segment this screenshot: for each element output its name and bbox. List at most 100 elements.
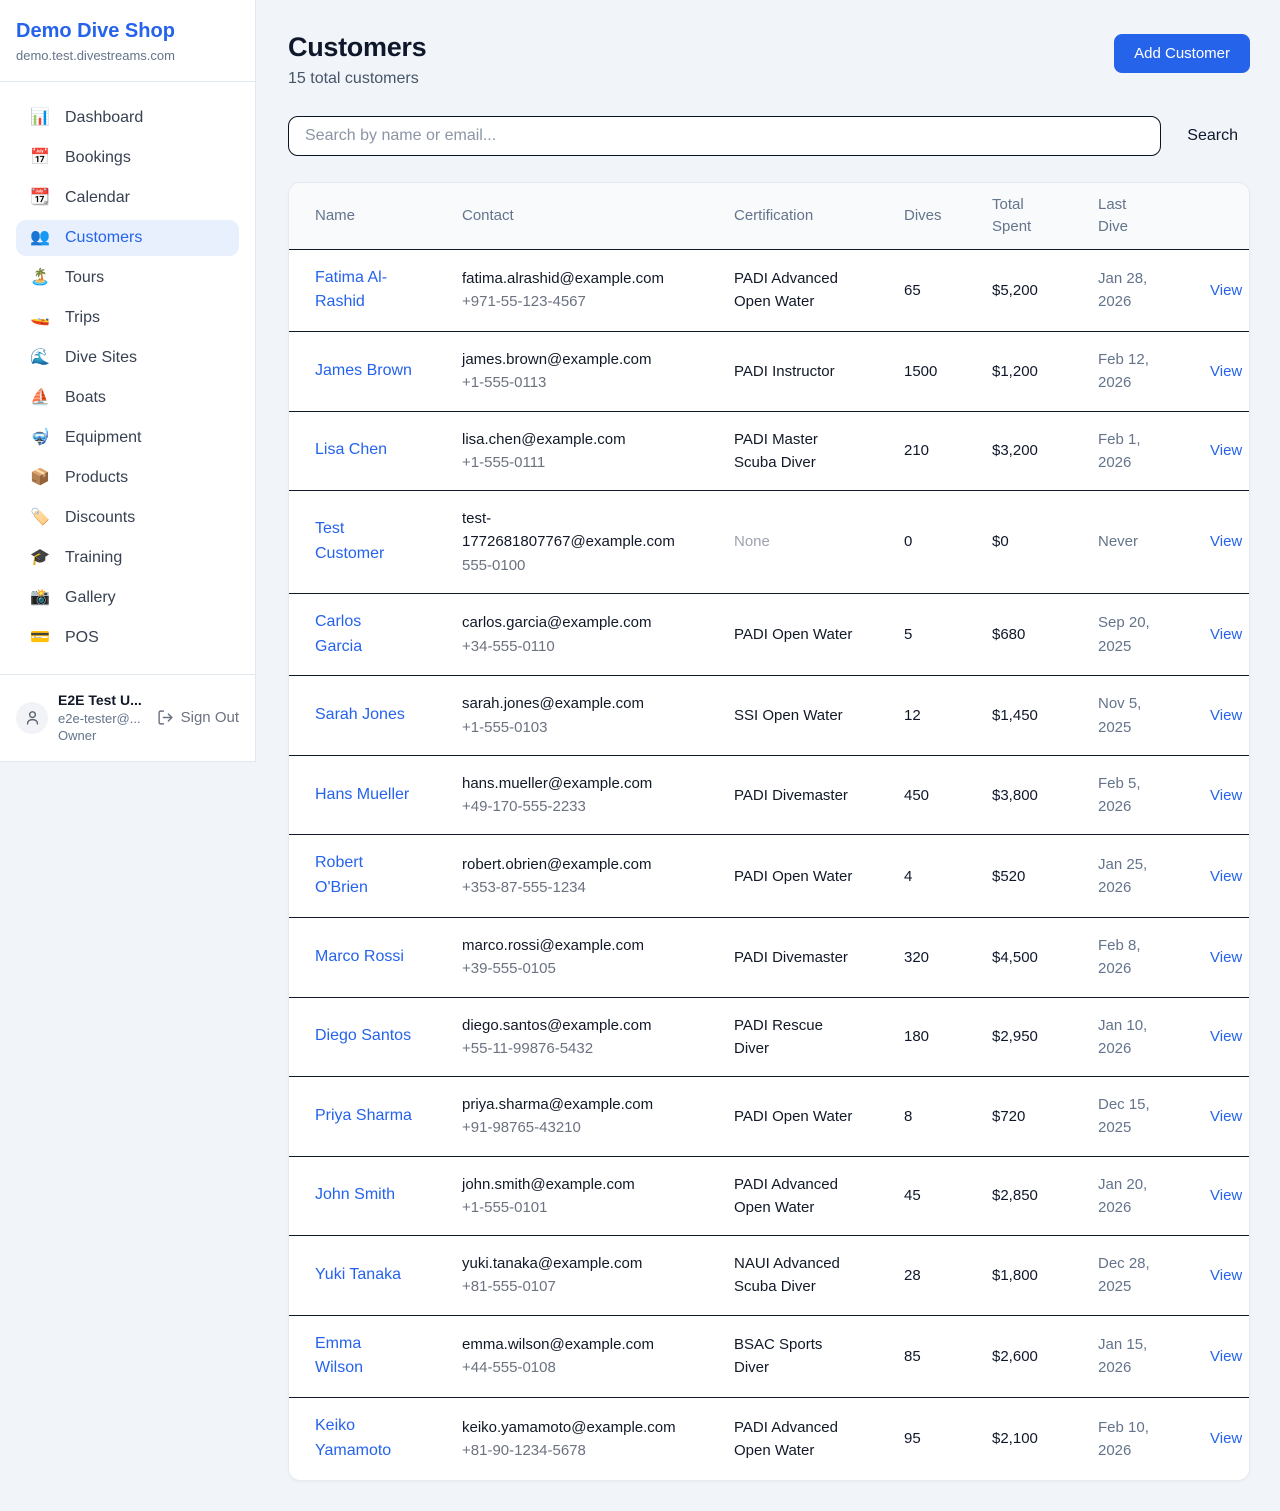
- customer-last-dive: Feb 8, 2026: [1098, 918, 1210, 998]
- view-link[interactable]: View: [1210, 1348, 1242, 1365]
- customer-certification: BSAC Sports Diver: [734, 1315, 904, 1398]
- customer-certification: PADI Divemaster: [734, 755, 904, 835]
- customer-total-spent: $680: [992, 593, 1098, 676]
- customer-certification: None: [734, 491, 904, 594]
- brand-name[interactable]: Demo Dive Shop: [16, 20, 239, 43]
- wave-icon: 🌊: [30, 350, 50, 366]
- calendar-icon: 📆: [30, 190, 50, 206]
- user-email: e2e-tester@...: [58, 710, 142, 728]
- customer-dives: 95: [904, 1398, 992, 1480]
- customer-name-link[interactable]: Robert O'Brien: [315, 854, 368, 896]
- view-link[interactable]: View: [1210, 1028, 1242, 1045]
- sidebar-item-pos[interactable]: 💳 POS: [16, 620, 239, 656]
- customer-email: fatima.alrashid@example.com: [462, 267, 679, 290]
- customer-name-link[interactable]: James Brown: [315, 362, 412, 379]
- customer-email: robert.obrien@example.com: [462, 853, 679, 876]
- sidebar-item-label: Products: [65, 469, 128, 487]
- sidebar: Demo Dive Shop demo.test.divestreams.com…: [0, 0, 256, 762]
- column-header-name: Name: [289, 183, 462, 249]
- customer-certification: PADI Instructor: [734, 332, 904, 412]
- sidebar-item-calendar[interactable]: 📆 Calendar: [16, 180, 239, 216]
- customer-dives: 8: [904, 1077, 992, 1157]
- sidebar-item-dive-sites[interactable]: 🌊 Dive Sites: [16, 340, 239, 376]
- view-link[interactable]: View: [1210, 533, 1242, 550]
- customer-name-link[interactable]: Carlos Garcia: [315, 613, 362, 655]
- customer-count: 15 total customers: [288, 70, 426, 88]
- sidebar-item-tours[interactable]: 🏝️ Tours: [16, 260, 239, 296]
- search-button[interactable]: Search: [1161, 119, 1250, 153]
- table-row: Sarah Jones sarah.jones@example.com +1-5…: [289, 676, 1250, 756]
- customer-name-link[interactable]: Keiko Yamamoto: [315, 1417, 391, 1459]
- search-input[interactable]: [288, 116, 1161, 156]
- view-link[interactable]: View: [1210, 282, 1242, 299]
- sailboat-icon: ⛵: [30, 390, 50, 406]
- table-row: Robert O'Brien robert.obrien@example.com…: [289, 835, 1250, 918]
- table-row: Keiko Yamamoto keiko.yamamoto@example.co…: [289, 1398, 1250, 1480]
- customer-phone: +55-11-99876-5432: [462, 1037, 679, 1060]
- app-shell: Demo Dive Shop demo.test.divestreams.com…: [0, 0, 1280, 1511]
- sidebar-item-customers[interactable]: 👥 Customers: [16, 220, 239, 256]
- customer-name-link[interactable]: Diego Santos: [315, 1027, 411, 1044]
- customer-name-link[interactable]: Fatima Al-Rashid: [315, 269, 387, 311]
- customer-last-dive: Jan 20, 2026: [1098, 1156, 1210, 1236]
- customer-name-link[interactable]: Marco Rossi: [315, 948, 404, 965]
- sidebar-item-bookings[interactable]: 📅 Bookings: [16, 140, 239, 176]
- customer-email: yuki.tanaka@example.com: [462, 1252, 679, 1275]
- view-link[interactable]: View: [1210, 868, 1242, 885]
- sidebar-item-gallery[interactable]: 📸 Gallery: [16, 580, 239, 616]
- customer-name-link[interactable]: Hans Mueller: [315, 786, 409, 803]
- table-row: Diego Santos diego.santos@example.com +5…: [289, 997, 1250, 1077]
- sidebar-item-training[interactable]: 🎓 Training: [16, 540, 239, 576]
- view-link[interactable]: View: [1210, 707, 1242, 724]
- sidebar-item-label: Training: [65, 549, 122, 567]
- view-link[interactable]: View: [1210, 949, 1242, 966]
- customer-certification: PADI Advanced Open Water: [734, 249, 904, 332]
- customer-name-link[interactable]: Sarah Jones: [315, 706, 405, 723]
- sidebar-item-boats[interactable]: ⛵ Boats: [16, 380, 239, 416]
- tag-icon: 🏷️: [30, 510, 50, 526]
- customer-name-link[interactable]: Lisa Chen: [315, 441, 387, 458]
- view-link[interactable]: View: [1210, 1267, 1242, 1284]
- customer-phone: 555-0100: [462, 554, 679, 577]
- people-icon: 👥: [30, 230, 50, 246]
- sign-out-button[interactable]: Sign Out: [157, 709, 239, 726]
- customer-phone: +1-555-0111: [462, 451, 679, 474]
- sidebar-item-products[interactable]: 📦 Products: [16, 460, 239, 496]
- sidebar-item-label: POS: [65, 629, 99, 647]
- customer-name-link[interactable]: Test Customer: [315, 520, 384, 562]
- view-link[interactable]: View: [1210, 1108, 1242, 1125]
- add-customer-button[interactable]: Add Customer: [1114, 34, 1250, 73]
- page-title: Customers: [288, 32, 426, 63]
- view-link[interactable]: View: [1210, 787, 1242, 804]
- customer-email: james.brown@example.com: [462, 348, 679, 371]
- customer-name-link[interactable]: Yuki Tanaka: [315, 1266, 401, 1283]
- column-header-contact: Contact: [462, 183, 734, 249]
- customer-dives: 180: [904, 997, 992, 1077]
- user-info: E2E Test U... e2e-tester@... Owner: [58, 691, 142, 745]
- view-link[interactable]: View: [1210, 626, 1242, 643]
- sidebar-item-equipment[interactable]: 🤿 Equipment: [16, 420, 239, 456]
- customer-name-link[interactable]: Priya Sharma: [315, 1107, 412, 1124]
- view-link[interactable]: View: [1210, 442, 1242, 459]
- view-link[interactable]: View: [1210, 1187, 1242, 1204]
- customer-name-link[interactable]: John Smith: [315, 1186, 395, 1203]
- view-link[interactable]: View: [1210, 1430, 1242, 1447]
- sidebar-item-label: Tours: [65, 269, 104, 287]
- customer-total-spent: $2,100: [992, 1398, 1098, 1480]
- customer-phone: +81-555-0107: [462, 1275, 679, 1298]
- customer-last-dive: Feb 5, 2026: [1098, 755, 1210, 835]
- table-row: Lisa Chen lisa.chen@example.com +1-555-0…: [289, 411, 1250, 491]
- customer-last-dive: Nov 5, 2025: [1098, 676, 1210, 756]
- view-link[interactable]: View: [1210, 363, 1242, 380]
- customer-dives: 320: [904, 918, 992, 998]
- customers-table-card: NameContactCertificationDivesTotal Spent…: [288, 182, 1250, 1481]
- customer-phone: +34-555-0110: [462, 635, 679, 658]
- sidebar-item-discounts[interactable]: 🏷️ Discounts: [16, 500, 239, 536]
- customer-email: test-1772681807767@example.com: [462, 507, 679, 554]
- customers-table: NameContactCertificationDivesTotal Spent…: [289, 183, 1250, 1480]
- customer-last-dive: Feb 12, 2026: [1098, 332, 1210, 412]
- sidebar-nav: 📊 Dashboard 📅 Bookings 📆 Calendar 👥 Cust…: [0, 82, 255, 674]
- customer-name-link[interactable]: Emma Wilson: [315, 1335, 363, 1377]
- sidebar-item-trips[interactable]: 🚤 Trips: [16, 300, 239, 336]
- sidebar-item-dashboard[interactable]: 📊 Dashboard: [16, 100, 239, 136]
